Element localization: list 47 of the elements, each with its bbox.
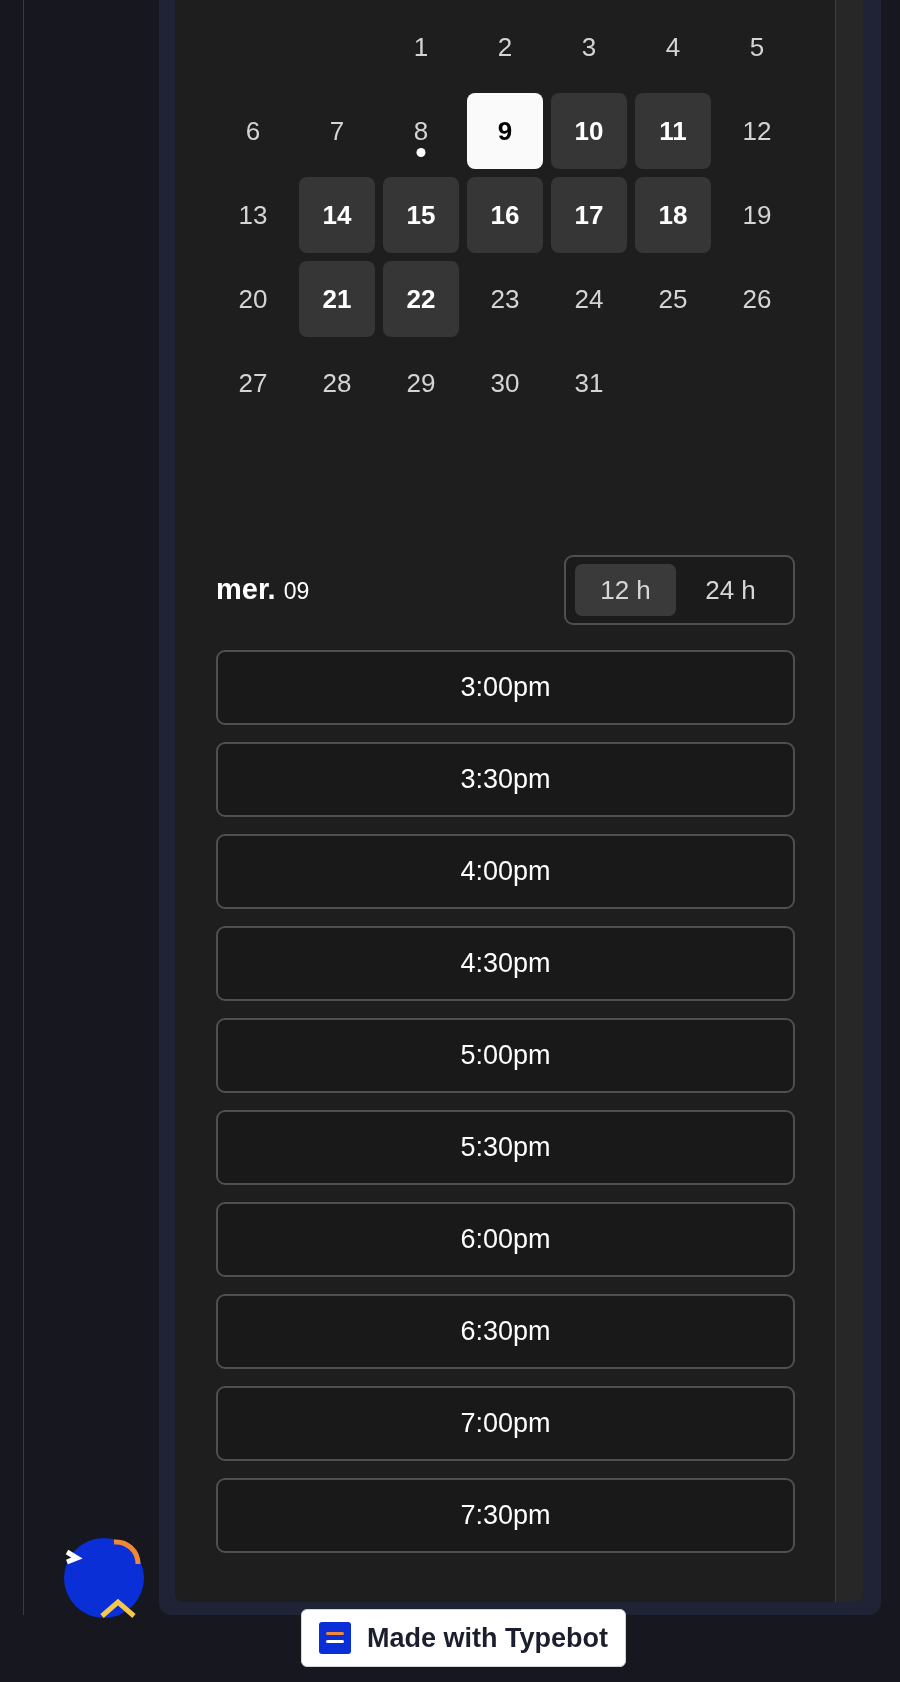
calendar-day[interactable]: 14 [299, 177, 375, 253]
calendar-day[interactable]: 29 [383, 345, 459, 421]
time-slot-button[interactable]: 4:30pm [216, 926, 795, 1001]
time-slot-button[interactable]: 3:30pm [216, 742, 795, 817]
calendar-day[interactable]: 12 [719, 93, 795, 169]
calendar-day[interactable]: 21 [299, 261, 375, 337]
calendar-day[interactable]: 8 [383, 93, 459, 169]
calendar-day[interactable]: 17 [551, 177, 627, 253]
calendar-day[interactable]: 27 [215, 345, 291, 421]
calendar-day[interactable]: 25 [635, 261, 711, 337]
calendar-day[interactable]: 20 [215, 261, 291, 337]
time-slot-button[interactable]: 7:00pm [216, 1386, 795, 1461]
made-with-badge[interactable]: Made with Typebot [301, 1609, 626, 1667]
calendar-day[interactable]: 10 [551, 93, 627, 169]
calendar-day[interactable]: 24 [551, 261, 627, 337]
calendar-day[interactable]: 4 [635, 9, 711, 85]
calendar-day[interactable]: 9 [467, 93, 543, 169]
calendar-day[interactable]: 5 [719, 9, 795, 85]
time-slot-button[interactable]: 7:30pm [216, 1478, 795, 1553]
calendar-day[interactable]: 7 [299, 93, 375, 169]
calendar-day[interactable]: 2 [467, 9, 543, 85]
calendar-day[interactable]: 31 [551, 345, 627, 421]
calendar-day[interactable]: 3 [551, 9, 627, 85]
time-slot-button[interactable]: 6:30pm [216, 1294, 795, 1369]
calendar-day[interactable]: 19 [719, 177, 795, 253]
time-slot-button[interactable]: 3:00pm [216, 650, 795, 725]
calendar-day[interactable]: 18 [635, 177, 711, 253]
time-slot-button[interactable]: 6:00pm [216, 1202, 795, 1277]
calendar-day[interactable]: 23 [467, 261, 543, 337]
time-slot-button[interactable]: 4:00pm [216, 834, 795, 909]
calendar-day[interactable]: 30 [467, 345, 543, 421]
calendar-day[interactable]: 22 [383, 261, 459, 337]
day-number: 09 [283, 577, 310, 607]
time-slot-button[interactable]: 5:30pm [216, 1110, 795, 1185]
format-option[interactable]: 12 h [575, 564, 676, 616]
calendar-day[interactable]: 15 [383, 177, 459, 253]
typebot-logo-icon [319, 1622, 351, 1654]
calendar-day[interactable]: 13 [215, 177, 291, 253]
format-option[interactable]: 24 h [680, 564, 781, 616]
calendar-day[interactable]: 6 [215, 93, 291, 169]
calendar-day[interactable]: 1 [383, 9, 459, 85]
calendar-day[interactable]: 28 [299, 345, 375, 421]
calendar-day[interactable]: 11 [635, 93, 711, 169]
calendar-day[interactable]: 26 [719, 261, 795, 337]
weekday: mer. [216, 572, 276, 608]
calendar-day[interactable]: 16 [467, 177, 543, 253]
time-slot-button[interactable]: 5:00pm [216, 1018, 795, 1093]
